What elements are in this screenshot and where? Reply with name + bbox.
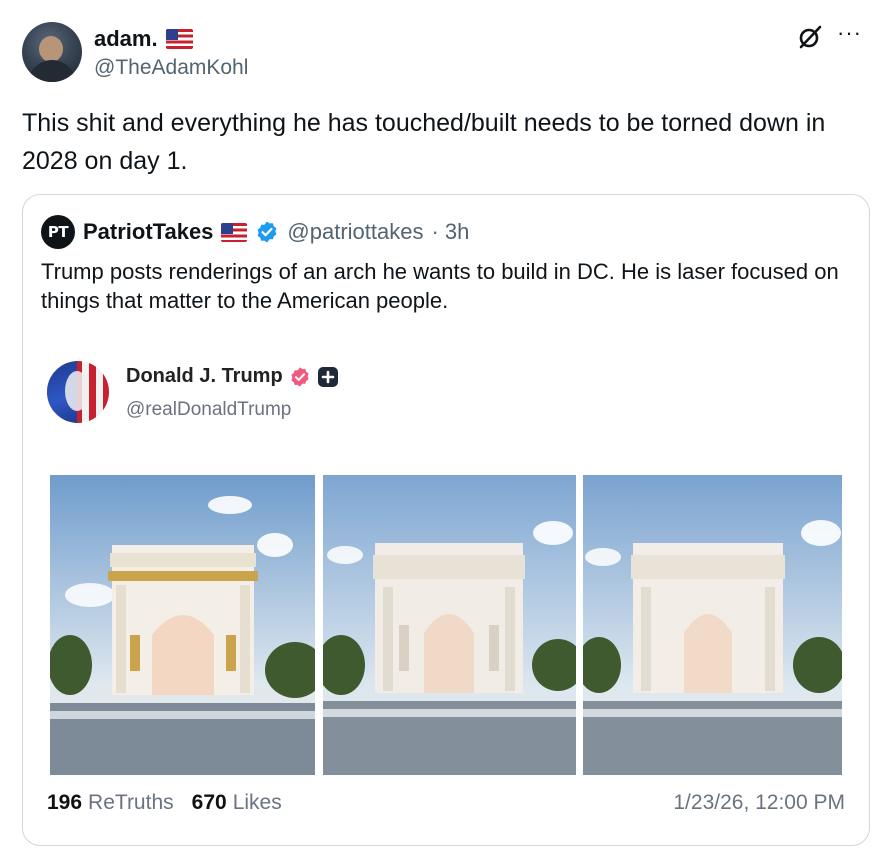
arch-image-2[interactable] <box>323 475 576 775</box>
us-flag-icon <box>221 222 248 242</box>
quoted-post[interactable]: PT PatriotTakes @patriottakes · 3h Trump… <box>22 194 870 846</box>
quoted-author-name[interactable]: PatriotTakes <box>83 219 213 245</box>
avatar-face <box>39 36 63 62</box>
verified-badge-icon <box>258 221 277 243</box>
author-display-name[interactable]: adam. <box>94 26 158 52</box>
author-name-row: adam. <box>94 26 193 52</box>
truth-social-screenshot: Donald J. Trump @realDonaldTrump 196 ReT… <box>23 345 869 845</box>
us-flag-icon <box>165 29 193 49</box>
more-icon[interactable]: ··· <box>837 22 862 44</box>
quoted-post-header: PT PatriotTakes @patriottakes · 3h <box>41 215 469 249</box>
avatar[interactable] <box>22 22 82 82</box>
post-actions: ··· <box>797 22 862 50</box>
grok-icon[interactable] <box>797 24 823 50</box>
likes-label: Likes <box>232 791 282 814</box>
quoted-post-text: Trump posts renderings of an arch he wan… <box>41 259 839 313</box>
post-header: adam. @TheAdamKohl ··· <box>22 22 862 84</box>
retruths-label: ReTruths <box>88 791 174 814</box>
truth-author-handle: @realDonaldTrump <box>126 399 292 420</box>
post-text: This shit and everything he has touched/… <box>22 109 826 175</box>
avatar-shoulders <box>28 60 76 82</box>
patriottakes-avatar[interactable]: PT <box>41 215 75 249</box>
retruths-count: 196 <box>47 791 83 814</box>
truth-date: 1/23/26, 12:00 PM <box>673 791 845 814</box>
quoted-post-time[interactable]: · 3h <box>431 219 469 245</box>
likes-count: 670 <box>191 791 227 814</box>
truth-stats: 196 ReTruths 670 Likes <box>47 791 294 815</box>
arch-image-1[interactable] <box>50 475 315 775</box>
author-handle[interactable]: @TheAdamKohl <box>94 56 248 80</box>
quoted-author-handle[interactable]: @patriottakes <box>287 219 423 245</box>
arch-image-3[interactable] <box>583 475 842 775</box>
truth-author-name: Donald J. Trump <box>126 365 283 387</box>
plus-badge-icon <box>317 366 338 387</box>
truth-author-row: Donald J. Trump <box>126 365 339 388</box>
arch-image-gallery <box>50 475 842 775</box>
truth-verified-badge-icon <box>291 366 309 387</box>
trump-avatar <box>47 361 109 423</box>
